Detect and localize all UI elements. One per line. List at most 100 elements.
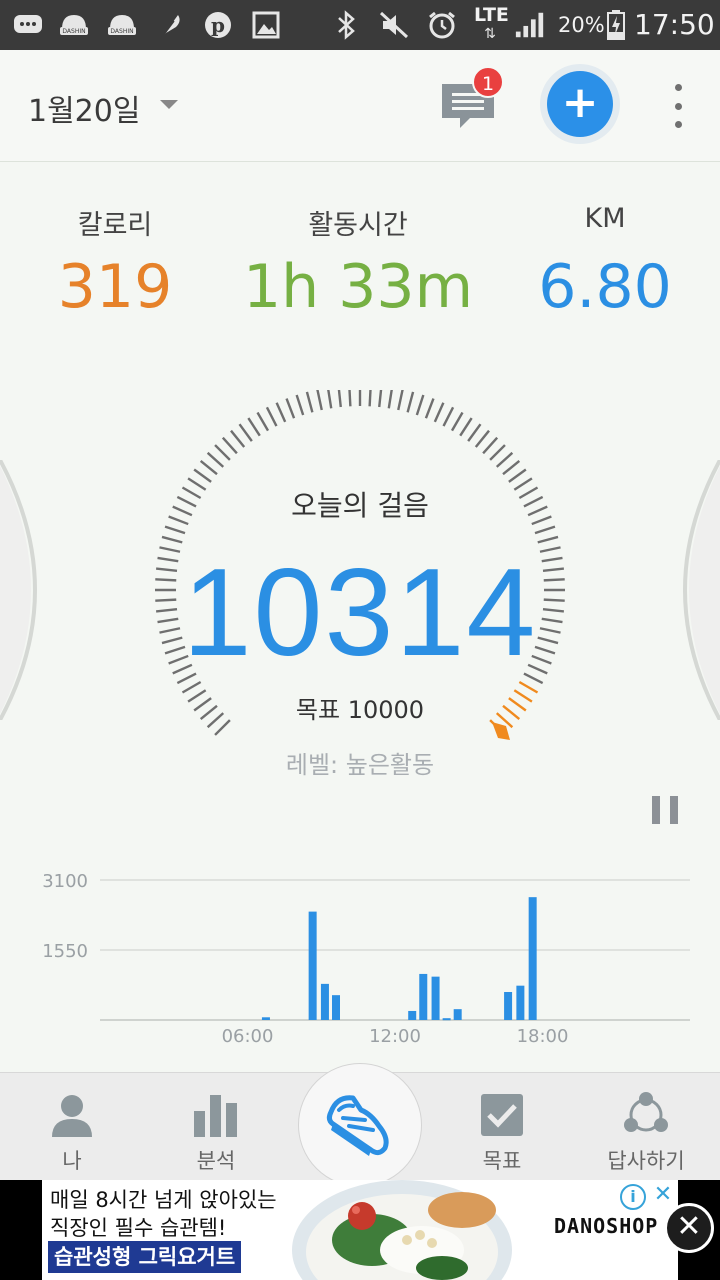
- nav-goal[interactable]: 목표: [442, 1073, 562, 1181]
- active-time-label: 활동시간: [308, 210, 408, 241]
- dial-tick: [368, 390, 372, 407]
- dial-tick: [164, 525, 186, 535]
- chart-bar: [419, 973, 428, 1020]
- pause-button[interactable]: [652, 796, 678, 824]
- bottom-navigation: 나 분석 목표 답사하기: [0, 1063, 720, 1187]
- chart-bar: [504, 992, 513, 1020]
- ad-dismiss-icon[interactable]: ✕: [650, 1182, 676, 1208]
- dial-tick: [230, 429, 246, 448]
- y-tick-label: 3100: [42, 871, 88, 892]
- steps-title: 오늘의 걸음: [291, 489, 429, 522]
- dot: [674, 121, 682, 128]
- dial-tick: [295, 394, 305, 416]
- date-selector[interactable]: 1월20일: [28, 86, 140, 130]
- dial-tick: [442, 406, 455, 427]
- signal-icon: [514, 9, 546, 41]
- x-tick-label: 12:00: [369, 1026, 421, 1047]
- ad-cta[interactable]: 습관성형 그릭요거트: [48, 1241, 242, 1273]
- status-bar: DASHIN DASHIN p LTE ⇅ 20% 17:50: [0, 0, 720, 50]
- x-tick-label: 18:00: [517, 1026, 569, 1047]
- data-arrows-icon: ⇅: [484, 26, 496, 42]
- message-icon: [12, 9, 44, 41]
- ad-banner[interactable]: 매일 8시간 넘게 앉아있는 직장인 필수 습관템! 습관성형 그릭요거트 DA…: [0, 1180, 720, 1280]
- more-options-button[interactable]: [664, 84, 692, 128]
- ad-close-button[interactable]: ✕: [664, 1203, 714, 1253]
- chart-bar: [431, 976, 440, 1020]
- dashin-icon: DASHIN: [58, 9, 90, 41]
- pause-bar: [652, 796, 660, 824]
- chart-bar: [308, 911, 317, 1020]
- dial-tick: [424, 398, 435, 419]
- caret-down-icon[interactable]: [160, 100, 178, 109]
- dial-tick: [337, 390, 342, 408]
- nav-share-label: 답사하기: [607, 1149, 685, 1173]
- dial-tick: [378, 390, 383, 408]
- chart-bar: [442, 1018, 451, 1021]
- ad-info-icon[interactable]: i: [620, 1184, 646, 1210]
- svg-text:p: p: [211, 13, 225, 37]
- plus-icon: +: [547, 71, 613, 137]
- dashin-icon: DASHIN: [106, 9, 138, 41]
- dial-tick: [206, 451, 225, 468]
- dial-tick: [193, 468, 212, 483]
- dial-tick: [387, 390, 393, 409]
- ad-brand: DANOSHOP: [554, 1214, 659, 1238]
- dial-tick: [348, 390, 352, 407]
- chart-bar: [261, 1017, 270, 1020]
- feather-icon: [154, 9, 186, 41]
- dial-tick: [433, 402, 445, 423]
- dial-tick: [415, 394, 425, 416]
- nav-analysis[interactable]: 분석: [156, 1073, 276, 1181]
- nav-goal-label: 목표: [482, 1149, 522, 1173]
- svg-text:DASHIN: DASHIN: [62, 28, 85, 35]
- ad-subheadline: 직장인 필수 습관템!: [50, 1216, 227, 1240]
- calories-value: 319: [57, 252, 173, 322]
- dial-tick: [397, 390, 404, 411]
- calories-label: 칼로리: [77, 210, 153, 241]
- nav-share[interactable]: 답사하기: [586, 1073, 706, 1181]
- chart-bars: [261, 897, 537, 1021]
- dial-tick: [247, 417, 261, 437]
- dial-tick: [238, 423, 253, 442]
- dial-tick: [199, 460, 218, 476]
- nav-me-label: 나: [62, 1149, 82, 1173]
- steps-goal: 목표 10000: [295, 696, 425, 724]
- pause-bar: [670, 796, 678, 824]
- shoe-icon: [326, 1095, 389, 1156]
- chart-bar: [320, 983, 329, 1020]
- dial-tick: [256, 411, 270, 432]
- dial-tick: [482, 436, 499, 455]
- dial-tick: [285, 398, 296, 419]
- ad-food-image: [292, 1180, 512, 1280]
- y-tick-label: 1550: [42, 941, 88, 962]
- dial-tick: [459, 417, 473, 437]
- chart-bar: [516, 985, 525, 1020]
- x-tick-label: 06:00: [222, 1026, 274, 1047]
- bar-chart-icon: [194, 1095, 237, 1137]
- activity-level: 레벨: 높은활동: [285, 751, 435, 779]
- dial-tick: [474, 429, 490, 448]
- steps-count: 10314: [182, 544, 538, 682]
- battery-charging-icon: [600, 9, 632, 41]
- dot: [674, 102, 682, 110]
- alarm-icon: [426, 9, 458, 41]
- dial-tick: [265, 406, 278, 427]
- dial-tick: [327, 390, 333, 409]
- dial-tick: [214, 444, 231, 461]
- dial-tick: [508, 468, 527, 483]
- svg-text:DASHIN: DASHIN: [110, 28, 133, 35]
- hourly-steps-chart: 3100 1550 06:00 12:00 18:00: [42, 871, 690, 1047]
- ad-content[interactable]: 매일 8시간 넘게 앉아있는 직장인 필수 습관템! 습관성형 그릭요거트 DA…: [42, 1180, 678, 1280]
- dial-tick: [450, 411, 464, 432]
- battery-percent: 20%: [558, 13, 605, 37]
- add-button[interactable]: +: [540, 64, 620, 144]
- distance-label: KM: [584, 203, 626, 234]
- dial-tick: [305, 391, 314, 413]
- nav-me[interactable]: 나: [12, 1073, 132, 1181]
- mute-icon: [378, 9, 410, 41]
- dial-tick: [406, 391, 415, 413]
- dot: [674, 84, 682, 91]
- nav-walking[interactable]: [298, 1063, 422, 1187]
- network-label: LTE: [474, 4, 509, 26]
- app-header: 1월20일 1 +: [0, 50, 720, 162]
